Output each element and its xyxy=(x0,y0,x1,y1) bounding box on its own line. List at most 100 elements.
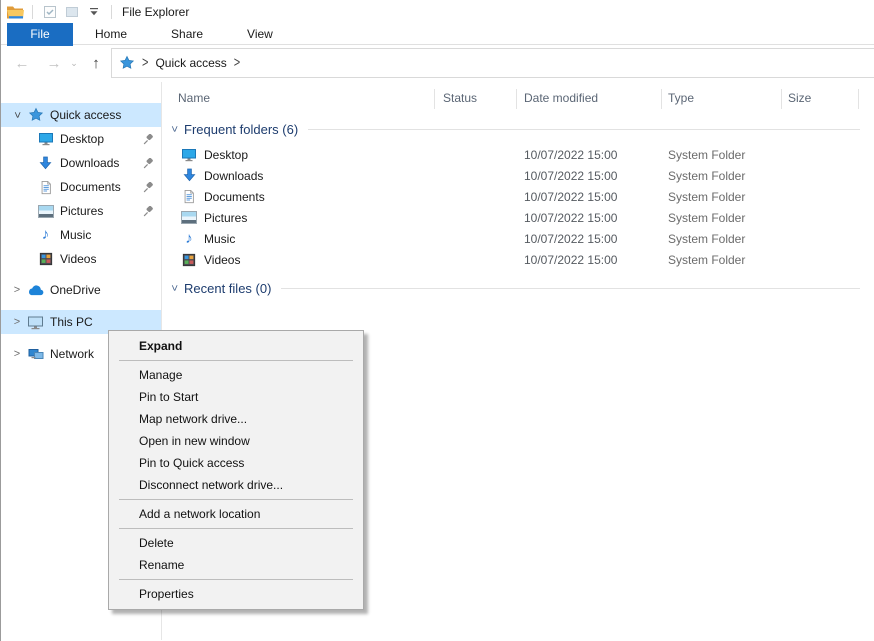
chevron-expanded-icon[interactable]: > xyxy=(11,108,23,122)
file-row-documents[interactable]: Documents 10/07/2022 15:00 System Folder xyxy=(162,186,874,207)
sidebar-item-quick-access[interactable]: > Quick access xyxy=(1,103,161,127)
sidebar-item-label: Quick access xyxy=(50,108,121,122)
customize-quick-access-dropdown-icon[interactable] xyxy=(85,3,103,21)
file-row-downloads[interactable]: Downloads 10/07/2022 15:00 System Folder xyxy=(162,165,874,186)
sidebar-item-videos[interactable]: Videos xyxy=(1,247,161,271)
menu-separator xyxy=(119,528,353,529)
sidebar-item-label: Videos xyxy=(60,252,96,266)
menu-separator xyxy=(119,360,353,361)
new-folder-qat-icon[interactable] xyxy=(63,3,81,21)
sidebar-item-music[interactable]: ♪ Music xyxy=(1,223,161,247)
column-divider[interactable] xyxy=(434,89,435,109)
pictures-icon xyxy=(37,203,54,219)
tab-home[interactable]: Home xyxy=(73,23,149,44)
column-header-size[interactable]: Size xyxy=(788,82,811,115)
column-divider[interactable] xyxy=(661,89,662,109)
downloads-icon xyxy=(181,168,197,184)
sidebar-item-documents[interactable]: Documents xyxy=(1,175,161,199)
menu-item-pin-to-start[interactable]: Pin to Start xyxy=(109,386,363,408)
menu-item-expand[interactable]: Expand xyxy=(109,335,363,357)
tab-file[interactable]: File xyxy=(7,23,73,46)
titlebar-separator xyxy=(32,5,33,19)
file-type: System Folder xyxy=(668,232,874,246)
file-date-modified: 10/07/2022 15:00 xyxy=(524,232,668,246)
sidebar-item-pictures[interactable]: Pictures xyxy=(1,199,161,223)
frequent-folders-group-header[interactable]: > Frequent folders (6) xyxy=(162,117,874,141)
file-date-modified: 10/07/2022 15:00 xyxy=(524,211,668,225)
navigation-bar: ← → ⌄ ↑ > Quick access > xyxy=(1,45,874,82)
onedrive-cloud-icon xyxy=(27,282,44,298)
pin-icon xyxy=(143,158,154,172)
properties-qat-icon[interactable] xyxy=(41,3,59,21)
breadcrumb-chevron-icon[interactable]: > xyxy=(234,55,240,71)
menu-item-manage[interactable]: Manage xyxy=(109,364,363,386)
frequent-folders-list: Desktop 10/07/2022 15:00 System Folder D… xyxy=(162,144,874,270)
sidebar-item-desktop[interactable]: Desktop xyxy=(1,127,161,151)
tab-share[interactable]: Share xyxy=(149,23,225,44)
menu-item-delete[interactable]: Delete xyxy=(109,532,363,554)
menu-item-properties[interactable]: Properties xyxy=(109,583,363,605)
titlebar-separator xyxy=(111,5,112,19)
column-header-status[interactable]: Status xyxy=(443,82,477,115)
group-chevron-expanded-icon[interactable]: > xyxy=(168,282,180,294)
file-name: Pictures xyxy=(204,211,247,225)
documents-icon xyxy=(37,179,54,195)
group-rule-line xyxy=(281,288,860,289)
file-row-videos[interactable]: Videos 10/07/2022 15:00 System Folder xyxy=(162,249,874,270)
file-row-pictures[interactable]: Pictures 10/07/2022 15:00 System Folder xyxy=(162,207,874,228)
chevron-collapsed-icon[interactable]: > xyxy=(10,284,24,296)
back-button[interactable]: ← xyxy=(11,45,33,81)
menu-separator xyxy=(119,579,353,580)
file-name: Music xyxy=(204,232,235,246)
forward-button[interactable]: → xyxy=(43,45,65,81)
menu-item-add-a-network-location[interactable]: Add a network location xyxy=(109,503,363,525)
breadcrumb-chevron-icon[interactable]: > xyxy=(142,55,148,71)
recent-locations-dropdown-icon[interactable]: ⌄ xyxy=(67,45,81,81)
menu-item-rename[interactable]: Rename xyxy=(109,554,363,576)
menu-item-pin-to-quick-access[interactable]: Pin to Quick access xyxy=(109,452,363,474)
chevron-collapsed-icon[interactable]: > xyxy=(10,316,24,328)
sidebar-item-label: This PC xyxy=(50,315,93,329)
menu-item-map-network-drive[interactable]: Map network drive... xyxy=(109,408,363,430)
sidebar-item-onedrive[interactable]: > OneDrive xyxy=(1,278,161,302)
desktop-icon xyxy=(181,147,197,163)
column-header-date-modified[interactable]: Date modified xyxy=(524,82,598,115)
column-divider[interactable] xyxy=(516,89,517,109)
quick-access-star-icon xyxy=(27,107,44,123)
menu-separator xyxy=(119,499,353,500)
file-name: Downloads xyxy=(204,169,263,183)
column-header-name[interactable]: Name xyxy=(178,82,210,115)
up-button[interactable]: ↑ xyxy=(85,45,107,81)
tab-view[interactable]: View xyxy=(225,23,295,44)
file-row-music[interactable]: ♪ Music 10/07/2022 15:00 System Folder xyxy=(162,228,874,249)
group-label: Recent files (0) xyxy=(184,281,271,296)
group-chevron-expanded-icon[interactable]: > xyxy=(168,123,180,135)
recent-files-group-header[interactable]: > Recent files (0) xyxy=(162,276,874,300)
address-bar[interactable]: > Quick access > xyxy=(111,48,874,78)
breadcrumb-location[interactable]: Quick access xyxy=(155,56,226,70)
pin-icon xyxy=(143,134,154,148)
column-divider[interactable] xyxy=(781,89,782,109)
music-note-icon: ♪ xyxy=(181,231,197,247)
sidebar-item-downloads[interactable]: Downloads xyxy=(1,151,161,175)
menu-item-disconnect-network-drive[interactable]: Disconnect network drive... xyxy=(109,474,363,496)
sidebar-item-label: Desktop xyxy=(60,132,104,146)
pin-icon xyxy=(143,206,154,220)
column-header-type[interactable]: Type xyxy=(668,82,694,115)
file-name: Documents xyxy=(204,190,265,204)
file-type: System Folder xyxy=(668,148,874,162)
file-date-modified: 10/07/2022 15:00 xyxy=(524,253,668,267)
sidebar-item-label: Music xyxy=(60,228,91,242)
chevron-collapsed-icon[interactable]: > xyxy=(10,348,24,360)
group-label: Frequent folders (6) xyxy=(184,122,298,137)
file-type: System Folder xyxy=(668,211,874,225)
file-row-desktop[interactable]: Desktop 10/07/2022 15:00 System Folder xyxy=(162,144,874,165)
file-explorer-folder-icon xyxy=(6,3,24,21)
sidebar-item-label: Documents xyxy=(60,180,121,194)
menu-item-open-in-new-window[interactable]: Open in new window xyxy=(109,430,363,452)
this-pc-monitor-icon xyxy=(27,314,44,330)
column-divider[interactable] xyxy=(858,89,859,109)
sidebar-item-label: OneDrive xyxy=(50,283,101,297)
desktop-icon xyxy=(37,131,54,147)
file-date-modified: 10/07/2022 15:00 xyxy=(524,148,668,162)
